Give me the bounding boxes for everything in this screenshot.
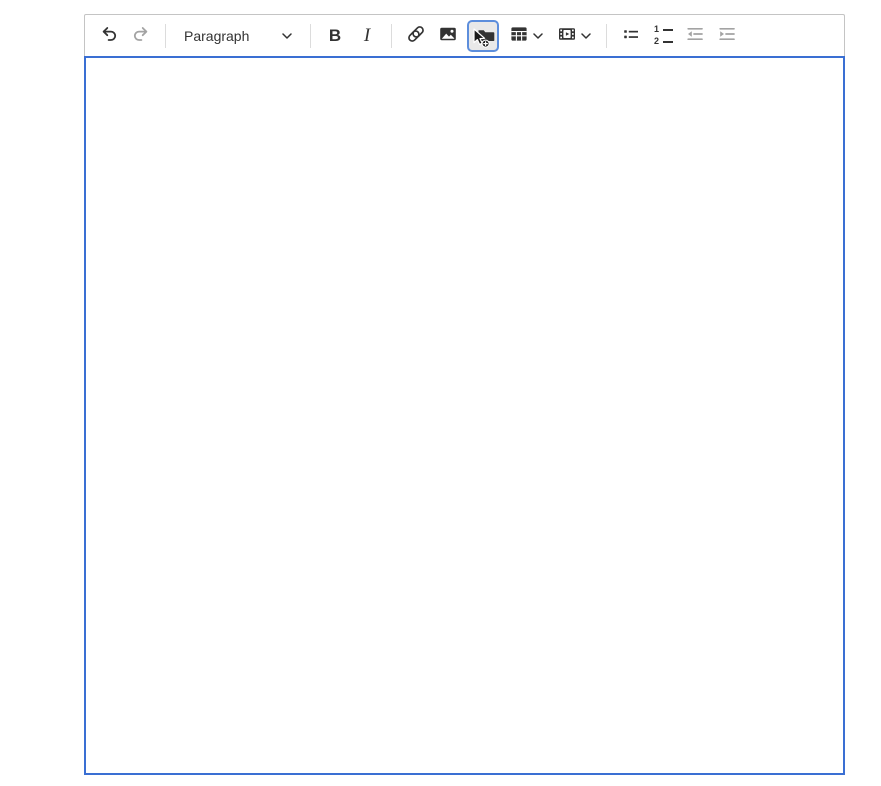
insert-table-dropdown[interactable] [504, 22, 548, 50]
chevron-down-icon [581, 33, 591, 39]
redo-button[interactable] [127, 22, 155, 50]
chevron-down-icon [282, 33, 292, 39]
folder-icon [476, 25, 496, 48]
numbered-list-icon: 1 2 [654, 25, 673, 46]
chevron-down-icon [533, 33, 543, 39]
indent-button[interactable] [713, 22, 741, 50]
media-embed-dropdown[interactable] [552, 22, 596, 50]
numbered-list-glyph-2: 2 [654, 37, 660, 46]
bulleted-list-button[interactable] [617, 22, 645, 50]
toolbar-separator [606, 24, 607, 48]
toolbar-separator [165, 24, 166, 48]
indent-icon [717, 24, 737, 47]
page-background: Paragraph B I [0, 0, 881, 786]
bold-button[interactable]: B [321, 22, 349, 50]
editor-content-area[interactable] [84, 56, 845, 775]
rich-text-editor: Paragraph B I [84, 14, 845, 775]
link-button[interactable] [402, 22, 430, 50]
outdent-button[interactable] [681, 22, 709, 50]
numbered-list-glyph-1: 1 [654, 25, 660, 34]
outdent-icon [685, 24, 705, 47]
editor-toolbar: Paragraph B I [84, 14, 845, 56]
numbered-list-button[interactable]: 1 2 [649, 22, 677, 50]
heading-dropdown[interactable]: Paragraph [174, 21, 302, 51]
italic-glyph: I [364, 25, 370, 47]
media-icon [557, 24, 577, 47]
list-line [663, 29, 673, 31]
list-line [663, 41, 673, 43]
toolbar-separator [391, 24, 392, 48]
insert-image-button[interactable] [434, 22, 462, 50]
image-icon [438, 24, 458, 47]
browse-files-button[interactable] [467, 20, 499, 52]
bold-glyph: B [329, 26, 341, 46]
link-icon [406, 24, 426, 47]
undo-icon [99, 24, 119, 47]
toolbar-separator [310, 24, 311, 48]
table-icon [509, 24, 529, 47]
redo-icon [131, 24, 151, 47]
undo-button[interactable] [95, 22, 123, 50]
bulleted-list-icon [621, 24, 641, 47]
italic-button[interactable]: I [353, 22, 381, 50]
heading-dropdown-label: Paragraph [184, 28, 249, 44]
